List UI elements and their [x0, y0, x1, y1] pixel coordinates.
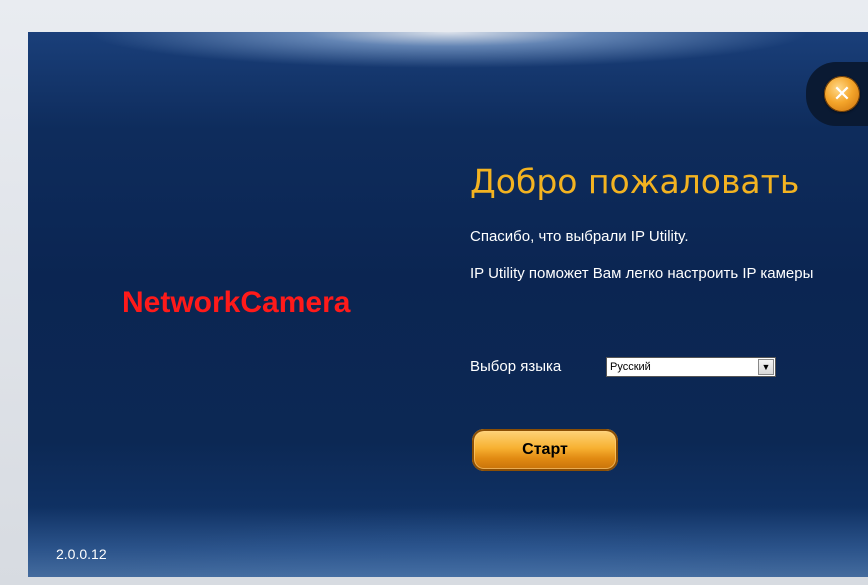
language-label: Выбор языка	[470, 358, 562, 375]
chevron-down-icon[interactable]: ▼	[758, 359, 774, 375]
start-button-label: Старт	[522, 441, 568, 458]
close-button[interactable]: ✕	[824, 76, 860, 112]
language-selected-value: Русский	[610, 361, 651, 373]
close-icon: ✕	[832, 81, 852, 107]
description-text: IP Utility поможет Вам легко настроить I…	[470, 265, 814, 282]
language-select[interactable]: Русский ▼	[606, 357, 776, 377]
thanks-text: Спасибо, что выбрали IP Utility.	[470, 228, 689, 245]
version-label: 2.0.0.12	[56, 546, 107, 562]
start-button[interactable]: Старт	[472, 429, 618, 471]
welcome-title: Добро пожаловать	[470, 162, 800, 201]
brand-name: NetworkCamera	[122, 286, 351, 319]
